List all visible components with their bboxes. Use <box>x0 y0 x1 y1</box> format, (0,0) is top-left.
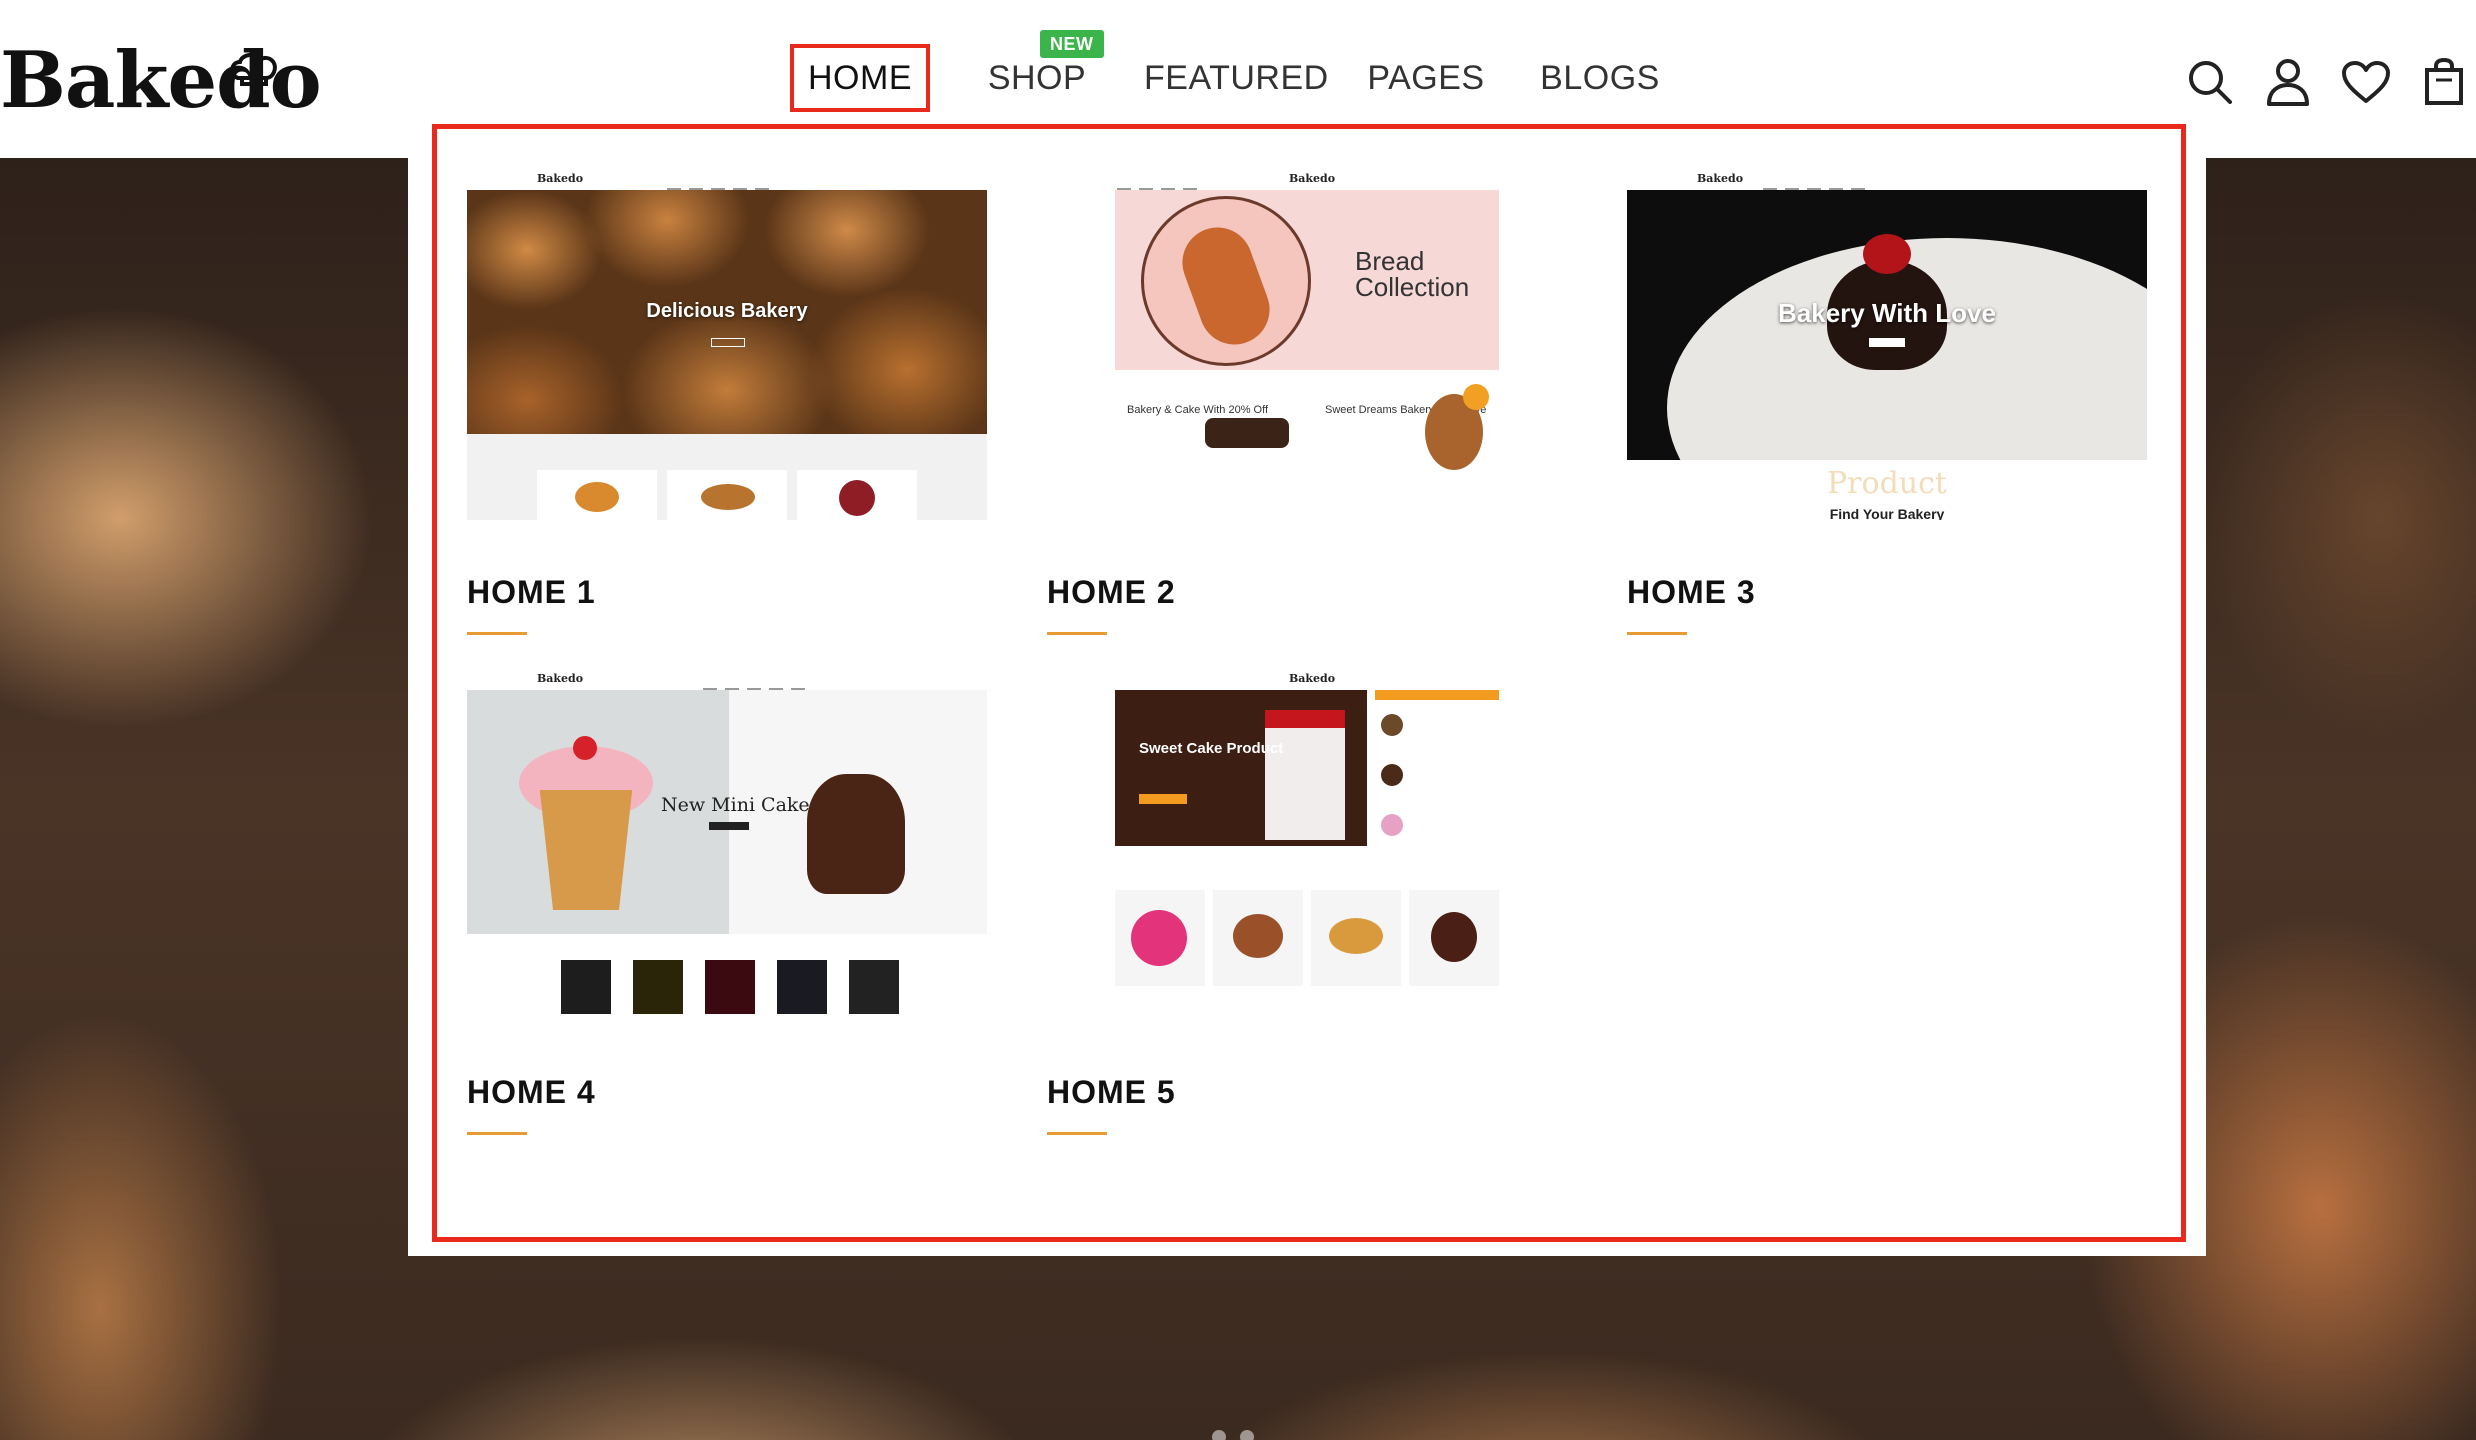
nav-blogs[interactable]: BLOGS <box>1538 44 1662 112</box>
thumbnail-button <box>711 338 745 347</box>
search-icon[interactable] <box>2184 56 2236 108</box>
demo-title[interactable]: HOME 3 <box>1627 572 2147 612</box>
thumbnail-products <box>537 946 927 1016</box>
title-underline <box>1047 632 1107 635</box>
nav-home[interactable]: HOME <box>790 44 930 112</box>
mini-logo: Bakedo <box>1289 672 1336 685</box>
thumbnail-heading: New Mini Cake <box>661 794 810 816</box>
title-underline <box>467 632 527 635</box>
thumbnail-categories <box>467 434 987 520</box>
thumbnail-heading: Bread Collection <box>1355 246 1470 302</box>
demo-thumbnail[interactable]: Bakedo Delicious Bakery <box>467 170 987 520</box>
mini-logo: Bakedo <box>537 172 584 185</box>
thumbnail-hero: New Mini Cake <box>467 690 987 934</box>
nav-pages[interactable]: PAGES <box>1364 44 1488 112</box>
thumbnail-heading: Sweet Cake Product <box>1139 740 1284 757</box>
new-badge: NEW <box>1040 30 1104 58</box>
user-icon[interactable] <box>2262 56 2314 108</box>
mini-logo: Bakedo <box>1697 172 1744 185</box>
mini-header: Bakedo <box>467 670 987 691</box>
mini-header: Bakedo <box>1627 170 2147 191</box>
demo-home-5: Bakedo Sweet Cake Product HOME 5 <box>1047 670 1567 1135</box>
thumbnail-hero: Bread Collection <box>1115 190 1499 370</box>
heart-icon[interactable] <box>2340 56 2392 108</box>
home-mega-menu: Bakedo Delicious Bakery HOME 1 Bakedo Br… <box>408 124 2206 1256</box>
thumbnail-hero: Bakery With Love <box>1627 190 2147 460</box>
slider-dot[interactable] <box>1240 1430 1254 1440</box>
title-underline <box>1627 632 1687 635</box>
shopping-bag-icon[interactable] <box>2418 56 2470 108</box>
chef-hat-icon <box>230 53 277 86</box>
thumbnail-heading: Delicious Bakery <box>646 300 808 322</box>
mini-logo: Bakedo <box>1289 172 1336 185</box>
thumbnail-hero: Sweet Cake Product <box>1115 690 1367 846</box>
demo-thumbnail[interactable]: Bakedo Bakery With Love Product Find You… <box>1627 170 2147 520</box>
demo-home-1: Bakedo Delicious Bakery HOME 1 <box>467 170 987 635</box>
nav-shop-label: SHOP <box>987 59 1087 97</box>
demo-thumbnail[interactable]: Bakedo Bread Collection Bakery & Cake Wi… <box>1047 170 1567 520</box>
demo-title[interactable]: HOME 4 <box>467 1072 987 1112</box>
demo-title[interactable]: HOME 5 <box>1047 1072 1567 1112</box>
mini-logo: Bakedo <box>537 672 584 685</box>
nav-featured[interactable]: FEATURED <box>1144 44 1328 112</box>
title-underline <box>467 1132 527 1135</box>
demo-title[interactable]: HOME 2 <box>1047 572 1567 612</box>
mini-header: Bakedo <box>1047 170 1567 191</box>
demo-thumbnail[interactable]: Bakedo New Mini Cake <box>467 670 987 1020</box>
slider-dot[interactable] <box>1212 1430 1226 1440</box>
demo-thumbnail[interactable]: Bakedo Sweet Cake Product <box>1047 670 1567 1020</box>
thumbnail-hero: Delicious Bakery <box>467 190 987 434</box>
thumbnail-promo: Sweet Dreams Bakery With Love <box>1313 378 1499 478</box>
demo-title[interactable]: HOME 1 <box>467 572 987 612</box>
site-logo[interactable]: Bakedo <box>0 36 322 126</box>
demo-home-3: Bakedo Bakery With Love Product Find You… <box>1627 170 2147 635</box>
header-actions <box>2184 56 2470 108</box>
mini-header: Bakedo <box>1047 670 1567 690</box>
thumbnail-heading: Bakery With Love <box>1778 298 1996 328</box>
thumbnail-section-subtitle: Find Your Bakery <box>1829 506 1945 520</box>
thumbnail-promo: Bakery & Cake With 20% Off <box>1115 378 1301 478</box>
site-header: Bakedo HOME SHOP NEW FEATURED PAGES BLOG… <box>0 0 2476 158</box>
thumbnail-sidebar <box>1375 690 1499 846</box>
title-underline <box>1047 1132 1107 1135</box>
demo-home-2: Bakedo Bread Collection Bakery & Cake Wi… <box>1047 170 1567 635</box>
mini-header: Bakedo <box>467 170 987 191</box>
thumbnail-section-title: Product <box>1827 466 1947 501</box>
demo-home-4: Bakedo New Mini Cake HOME 4 <box>467 670 987 1135</box>
